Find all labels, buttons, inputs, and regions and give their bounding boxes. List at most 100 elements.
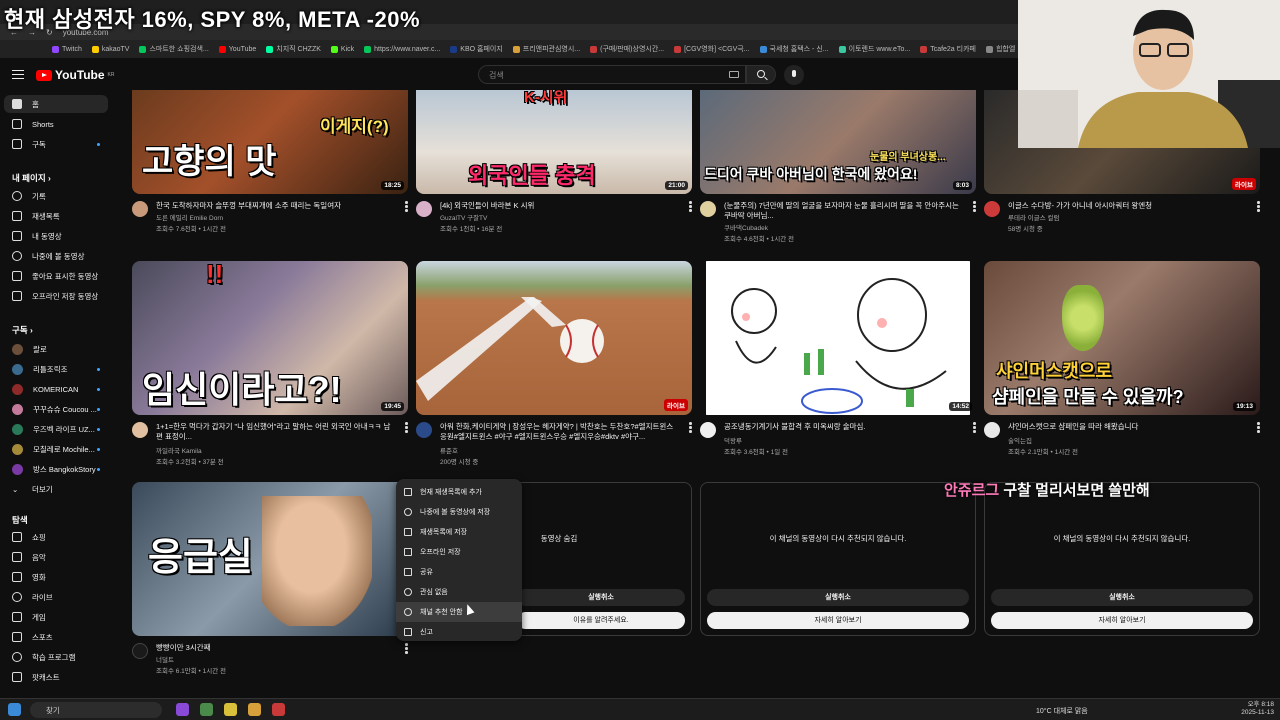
undo-button[interactable]: 실행취소 bbox=[991, 589, 1253, 606]
channel-avatar[interactable] bbox=[132, 201, 148, 217]
channel-avatar[interactable] bbox=[416, 201, 432, 217]
more-options-icon[interactable] bbox=[1257, 201, 1260, 212]
sidebar-item-explore-2[interactable]: 영화 bbox=[4, 568, 108, 586]
more-options-icon[interactable] bbox=[405, 643, 408, 654]
sidebar-item-explore-7[interactable]: 팟캐스트 bbox=[4, 668, 108, 686]
bookmark-item[interactable]: 스마트한 쇼핑검색... bbox=[139, 44, 209, 54]
voice-search-icon[interactable] bbox=[784, 65, 804, 85]
video-thumbnail[interactable]: K-시위 외국인들 충격 21:00 bbox=[416, 90, 692, 194]
video-card[interactable]: 라이브 아워 한화,케이티게약 | 장성우는 헤자게약? | 박찬호는 두찬호?… bbox=[416, 261, 692, 471]
sidebar-item-explore-0[interactable]: 쇼핑 bbox=[4, 528, 108, 546]
video-thumbnail[interactable]: !! 임신이라고?! 19:45 bbox=[132, 261, 408, 415]
channel-avatar[interactable] bbox=[700, 201, 716, 217]
context-menu-item[interactable]: 재생목록에 저장 bbox=[396, 522, 522, 542]
bookmark-item[interactable]: YouTube bbox=[218, 45, 256, 53]
sidebar-item-subs-2[interactable]: KOMERICAN bbox=[4, 380, 108, 398]
channel-avatar[interactable] bbox=[984, 201, 1000, 217]
sidebar-item-top-0[interactable]: 홈 bbox=[4, 95, 108, 113]
context-menu-item[interactable]: 채널 추천 안함 bbox=[396, 602, 522, 622]
channel-avatar[interactable] bbox=[984, 422, 1000, 438]
channel-avatar[interactable] bbox=[416, 422, 432, 438]
context-menu-item[interactable]: 공유 bbox=[396, 562, 522, 582]
sidebar-item-subs-0[interactable]: 랄로 bbox=[4, 340, 108, 358]
learn-more-button[interactable]: 자세히 알아보기 bbox=[991, 612, 1253, 629]
context-menu-item[interactable]: 오프라인 저장 bbox=[396, 542, 522, 562]
bookmark-item[interactable]: KBO 홈페이지 bbox=[450, 44, 503, 54]
undo-button[interactable]: 실행취소 bbox=[517, 589, 685, 606]
weather-widget[interactable]: 10°C 대체로 맑음 bbox=[1036, 706, 1088, 716]
bookmark-item[interactable]: Tcafe2a 티카페 bbox=[920, 44, 976, 54]
bookmark-item[interactable]: Kick bbox=[330, 45, 354, 53]
bookmark-item[interactable]: [CGV영화] <CGV극... bbox=[674, 44, 750, 54]
sidebar-item-explore-6[interactable]: 학습 프로그램 bbox=[4, 648, 108, 666]
video-thumbnail[interactable]: 고향의 맛 이게지(?) 18:25 bbox=[132, 90, 408, 194]
bookmark-item[interactable]: 프리앤피관심영시... bbox=[512, 44, 580, 54]
sidebar-show-more[interactable]: ⌄ 더보기 bbox=[4, 480, 108, 498]
learn-more-button[interactable]: 자세히 알아보기 bbox=[707, 612, 969, 629]
sidebar-item-explore-3[interactable]: 라이브 bbox=[4, 588, 108, 606]
channel-avatar[interactable] bbox=[700, 422, 716, 438]
sidebar-item-you-4[interactable]: 좋아요 표시한 동영상 bbox=[4, 267, 108, 285]
more-options-icon[interactable] bbox=[689, 422, 692, 433]
bookmark-item[interactable]: (구매/판매)상영시간... bbox=[590, 44, 664, 54]
bookmark-item[interactable]: Twitch bbox=[52, 45, 82, 53]
sidebar-item-subs-5[interactable]: 모칠레로 Mochile... bbox=[4, 440, 108, 458]
channel-avatar[interactable] bbox=[132, 643, 148, 659]
sidebar-item-you-3[interactable]: 나중에 볼 동영상 bbox=[4, 247, 108, 265]
video-card[interactable]: K-시위 외국인들 충격 21:00 [4k] 외국인들이 바라본 K 시위 G… bbox=[416, 90, 692, 233]
bookmark-item[interactable]: 국세청 홈택스 - 신... bbox=[759, 44, 829, 54]
obs-icon[interactable] bbox=[272, 703, 285, 716]
context-menu-item[interactable]: 현재 재생목록에 추가 bbox=[396, 482, 522, 502]
context-menu-item[interactable]: 신고 bbox=[396, 622, 522, 642]
sidebar-section-heading[interactable]: 구독 › bbox=[12, 324, 33, 336]
bookmark-item[interactable]: 치지직 CHZZK bbox=[266, 44, 321, 54]
channel-avatar[interactable] bbox=[132, 422, 148, 438]
video-card[interactable]: 눈물의 부녀상봉... 드디어 쿠바 아버님이 한국에 왔어요! 8:03 (눈… bbox=[700, 90, 976, 243]
video-card[interactable]: 응급실 빵빵이만 3시간째 너덜트 조회수 6.1만회 • 1시간 전 bbox=[132, 482, 408, 678]
more-options-icon[interactable] bbox=[1257, 422, 1260, 433]
folder-icon[interactable] bbox=[248, 703, 261, 716]
more-options-icon[interactable] bbox=[973, 201, 976, 212]
sidebar-item-subs-6[interactable]: 방스 BangkokStory bbox=[4, 460, 108, 478]
video-thumbnail[interactable]: 라이브 bbox=[416, 261, 692, 415]
start-icon[interactable] bbox=[8, 703, 21, 716]
more-options-icon[interactable] bbox=[973, 422, 976, 433]
bookmark-item[interactable]: kakaoTV bbox=[91, 45, 129, 53]
sidebar-item-you-2[interactable]: 내 동영상 bbox=[4, 227, 108, 245]
youtube-logo[interactable]: YouTube KR bbox=[36, 68, 115, 82]
tell-us-why-button[interactable]: 이유를 알려주세요. bbox=[517, 612, 685, 629]
video-thumbnail[interactable]: 응급실 bbox=[132, 482, 408, 636]
chrome-icon[interactable] bbox=[200, 703, 213, 716]
sidebar-item-subs-4[interactable]: 우즈벡 라이프 UZ... bbox=[4, 420, 108, 438]
sidebar-item-top-2[interactable]: 구독 bbox=[4, 135, 108, 153]
sidebar-item-subs-1[interactable]: 리틀조릭조 bbox=[4, 360, 108, 378]
bookmark-item[interactable]: 이토렌드 www.eTo... bbox=[838, 44, 910, 54]
sidebar-item-you-5[interactable]: 오프라인 저장 동영상 bbox=[4, 287, 108, 305]
menu-icon[interactable] bbox=[12, 70, 24, 79]
sidebar-item-explore-4[interactable]: 게임 bbox=[4, 608, 108, 626]
sidebar-item-explore-5[interactable]: 스포츠 bbox=[4, 628, 108, 646]
clock[interactable]: 오후 8:18 2025-11-13 bbox=[1241, 701, 1274, 717]
bookmark-item[interactable]: 힙합엘 bbox=[985, 44, 1015, 54]
sidebar-item-you-1[interactable]: 재생목록 bbox=[4, 207, 108, 225]
more-options-icon[interactable] bbox=[405, 201, 408, 212]
search-button[interactable] bbox=[746, 65, 776, 84]
context-menu-item[interactable]: 나중에 볼 동영상에 저장 bbox=[396, 502, 522, 522]
sidebar-section-heading[interactable]: 내 페이지 › bbox=[12, 172, 51, 184]
more-options-icon[interactable] bbox=[689, 201, 692, 212]
context-menu-item[interactable]: 관심 없음 bbox=[396, 582, 522, 602]
sidebar-item-top-1[interactable]: Shorts bbox=[4, 115, 108, 133]
bookmark-item[interactable]: https://www.naver.c... bbox=[364, 45, 440, 53]
app-icon[interactable] bbox=[224, 703, 237, 716]
video-thumbnail[interactable]: 눈물의 부녀상봉... 드디어 쿠바 아버님이 한국에 왔어요! 8:03 bbox=[700, 90, 976, 194]
taskbar-search[interactable]: 찾기 bbox=[30, 702, 162, 718]
video-card[interactable]: !! 임신이라고?! 19:45 1+1=한우 먹다가 갑자기 "나 임신했어"… bbox=[132, 261, 408, 471]
sidebar-item-subs-3[interactable]: 꾸꾸슈슈 Coucou ... bbox=[4, 400, 108, 418]
sidebar-item-explore-1[interactable]: 음악 bbox=[4, 548, 108, 566]
undo-button[interactable]: 실행취소 bbox=[707, 589, 969, 606]
video-thumbnail[interactable]: 14:52 bbox=[700, 261, 976, 415]
video-card[interactable]: 14:52 공조냉동기계기사 불합격 후 미옥씨랑 술마심. 덕왕루 조회수 3… bbox=[700, 261, 976, 471]
keyboard-icon[interactable] bbox=[729, 71, 739, 78]
app-icon[interactable] bbox=[176, 703, 189, 716]
video-card[interactable]: 고향의 맛 이게지(?) 18:25 한국 도착하자마자 슬뚜껑 부대찌개에 소… bbox=[132, 90, 408, 233]
